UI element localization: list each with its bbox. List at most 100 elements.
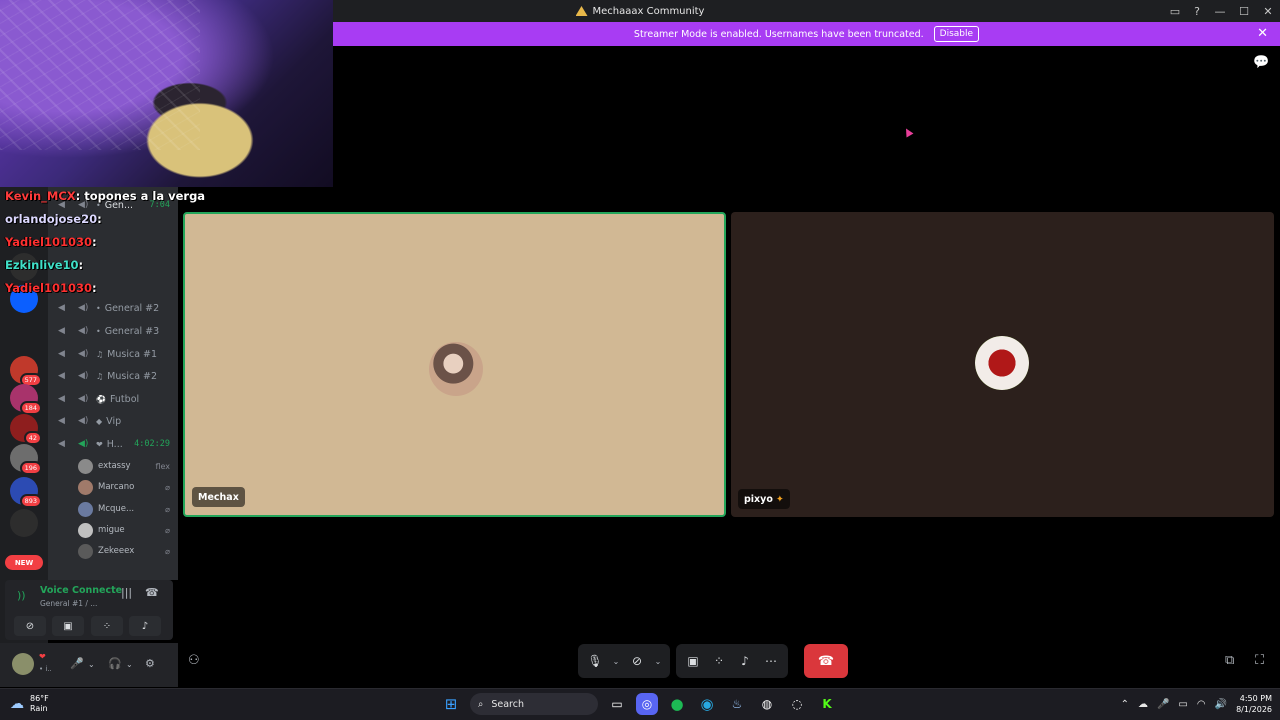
- fullscreen-icon[interactable]: ⛶: [1255, 653, 1264, 668]
- camera-off-button[interactable]: ⊘: [626, 649, 648, 673]
- server-icon[interactable]: 42: [10, 414, 42, 445]
- discord-icon[interactable]: ◎: [636, 693, 658, 715]
- server-icon[interactable]: 196: [10, 444, 42, 475]
- server-icon[interactable]: [10, 509, 38, 537]
- chat-line: Yadiel101030:: [5, 235, 97, 249]
- volume-icon[interactable]: 🔊: [1215, 699, 1227, 710]
- clock[interactable]: 4:50 PM 8/1/2026: [1236, 693, 1272, 715]
- speaker-icon: ◀: [58, 371, 65, 381]
- video-tile-pixyo[interactable]: pixyo ✦: [731, 212, 1274, 517]
- call-controls: 🎙 ⌄ ⊘ ⌄ ▣ ⁘ ♪ ⋯ ☎: [578, 644, 848, 678]
- microphone-icon[interactable]: 🎤: [1157, 699, 1169, 710]
- voice-user[interactable]: extassy flex: [78, 456, 178, 476]
- disconnect-icon[interactable]: ☎: [145, 586, 159, 599]
- steam-icon[interactable]: ♨: [726, 693, 748, 715]
- headphones-icon[interactable]: 🎧: [108, 657, 122, 670]
- user-name: extassy: [98, 461, 131, 471]
- channel-label: Musica #2: [107, 370, 158, 382]
- avatar: [78, 543, 93, 559]
- avatar[interactable]: [12, 653, 34, 675]
- voice-user[interactable]: Mcque... ⌀: [78, 499, 178, 519]
- channel-item[interactable]: ◀ ◀) ◆ Vip: [48, 411, 178, 431]
- volume-icon: ◀): [78, 439, 89, 449]
- mic-muted-icon: ⌀: [165, 482, 170, 492]
- speaker-icon: ◀: [58, 349, 65, 359]
- disconnect-button[interactable]: ☎: [804, 644, 848, 678]
- user-tag: flex: [155, 461, 170, 471]
- new-pill[interactable]: NEW: [5, 555, 43, 570]
- channel-item[interactable]: ◀ ◀) ❤ H... 4:02:29: [48, 434, 178, 454]
- chevron-down-icon[interactable]: ⌄: [652, 649, 664, 673]
- user-name: migue: [98, 525, 125, 535]
- camera-off-button[interactable]: ⊘: [14, 616, 46, 636]
- weather-widget[interactable]: ☁ 86°F Rain: [10, 694, 49, 714]
- pop-out-icon[interactable]: ⧉: [1225, 653, 1234, 668]
- voice-channel-path[interactable]: General #1 / ...: [40, 599, 97, 608]
- inbox-icon[interactable]: ▭: [1164, 0, 1186, 22]
- screen-share-button[interactable]: ▣: [52, 616, 84, 636]
- edge-icon[interactable]: ◉: [696, 693, 718, 715]
- volume-icon: ◀): [78, 303, 89, 313]
- server-icon[interactable]: 577: [10, 356, 42, 387]
- channel-item[interactable]: ◀ ◀) ⚽ Futbol: [48, 389, 178, 409]
- channel-label: General #2: [104, 302, 160, 314]
- mic-muted-icon: ⌀: [165, 525, 170, 535]
- activities-button[interactable]: ⁘: [708, 649, 730, 673]
- gear-icon[interactable]: ⚙: [145, 657, 155, 670]
- chevron-down-icon[interactable]: ⌄: [610, 649, 622, 673]
- voice-user[interactable]: migue ⌀: [78, 520, 178, 540]
- task-view-icon[interactable]: ▭: [606, 693, 628, 715]
- channel-item[interactable]: ◀ ◀) • General #2: [48, 298, 178, 318]
- speaker-icon: ◀: [58, 439, 65, 449]
- volume-icon: ◀): [78, 394, 89, 404]
- channel-emoji-icon: ❤: [96, 439, 103, 449]
- channel-item[interactable]: ◀ ◀) • General #3: [48, 321, 178, 341]
- actions-group: ▣ ⁘ ♪ ⋯: [676, 644, 788, 678]
- maximize-button[interactable]: ☐: [1232, 0, 1256, 22]
- network-icon[interactable]: ☁: [1138, 699, 1148, 710]
- microphone-button[interactable]: 🎙: [584, 649, 606, 673]
- channel-item[interactable]: ◀ ◀) ♫ Musica #2: [48, 366, 178, 386]
- user-status: • i..: [39, 665, 52, 673]
- voice-user[interactable]: Marcano ⌀: [78, 477, 178, 497]
- chevron-up-icon[interactable]: ⌃: [1121, 699, 1129, 710]
- kick-icon[interactable]: K: [816, 693, 838, 715]
- video-tile-mechax[interactable]: Mechax: [183, 212, 726, 517]
- spotify-icon[interactable]: ●: [666, 693, 688, 715]
- soundboard-button[interactable]: ♪: [734, 649, 756, 673]
- help-icon[interactable]: ?: [1186, 0, 1208, 22]
- rain-cloud-icon: ☁: [10, 696, 24, 712]
- minimize-button[interactable]: —: [1208, 0, 1232, 22]
- channel-item[interactable]: ◀ ◀) ♫ Musica #1: [48, 344, 178, 364]
- voice-user[interactable]: Zekeeex ⌀: [78, 541, 178, 561]
- add-people-icon[interactable]: ⚇: [188, 653, 200, 668]
- chat-username: Ezkinlive10: [5, 258, 79, 272]
- server-icon[interactable]: 184: [10, 384, 42, 415]
- activities-button[interactable]: ⁘: [91, 616, 123, 636]
- app-icon[interactable]: ◌: [786, 693, 808, 715]
- audio-video-group: 🎙 ⌄ ⊘ ⌄: [578, 644, 670, 678]
- chat-bubble-icon[interactable]: 💬: [1253, 55, 1269, 70]
- signal-icon[interactable]: )): [17, 589, 26, 602]
- noise-suppression-icon[interactable]: |||: [121, 586, 132, 599]
- screen-share-button[interactable]: ▣: [682, 649, 704, 673]
- avatar: [975, 336, 1029, 390]
- more-options-button[interactable]: ⋯: [760, 649, 782, 673]
- wifi-icon[interactable]: ◠: [1197, 699, 1206, 710]
- disable-streamer-mode-button[interactable]: Disable: [933, 26, 980, 42]
- voice-status: Voice Connecte: [40, 585, 123, 596]
- server-icon[interactable]: 893: [10, 477, 42, 508]
- chevron-down-icon[interactable]: ⌄: [126, 660, 133, 669]
- close-banner-icon[interactable]: ✕: [1257, 26, 1268, 41]
- microphone-icon[interactable]: 🎤: [70, 657, 84, 670]
- taskbar-apps: ⊞ ⌕ Search ▭ ◎ ● ◉ ♨ ◍ ◌ K: [440, 693, 838, 715]
- soundboard-button[interactable]: ♪: [129, 616, 161, 636]
- obs-icon[interactable]: ◍: [756, 693, 778, 715]
- chevron-down-icon[interactable]: ⌄: [88, 660, 95, 669]
- close-window-button[interactable]: ✕: [1256, 0, 1280, 22]
- display-icon[interactable]: ▭: [1178, 699, 1187, 710]
- system-tray: ⌃ ☁ 🎤 ▭ ◠ 🔊 4:50 PM 8/1/2026: [1121, 693, 1272, 715]
- start-button[interactable]: ⊞: [440, 693, 462, 715]
- search-icon: ⌕: [478, 698, 484, 710]
- taskbar-search[interactable]: ⌕ Search: [470, 693, 598, 715]
